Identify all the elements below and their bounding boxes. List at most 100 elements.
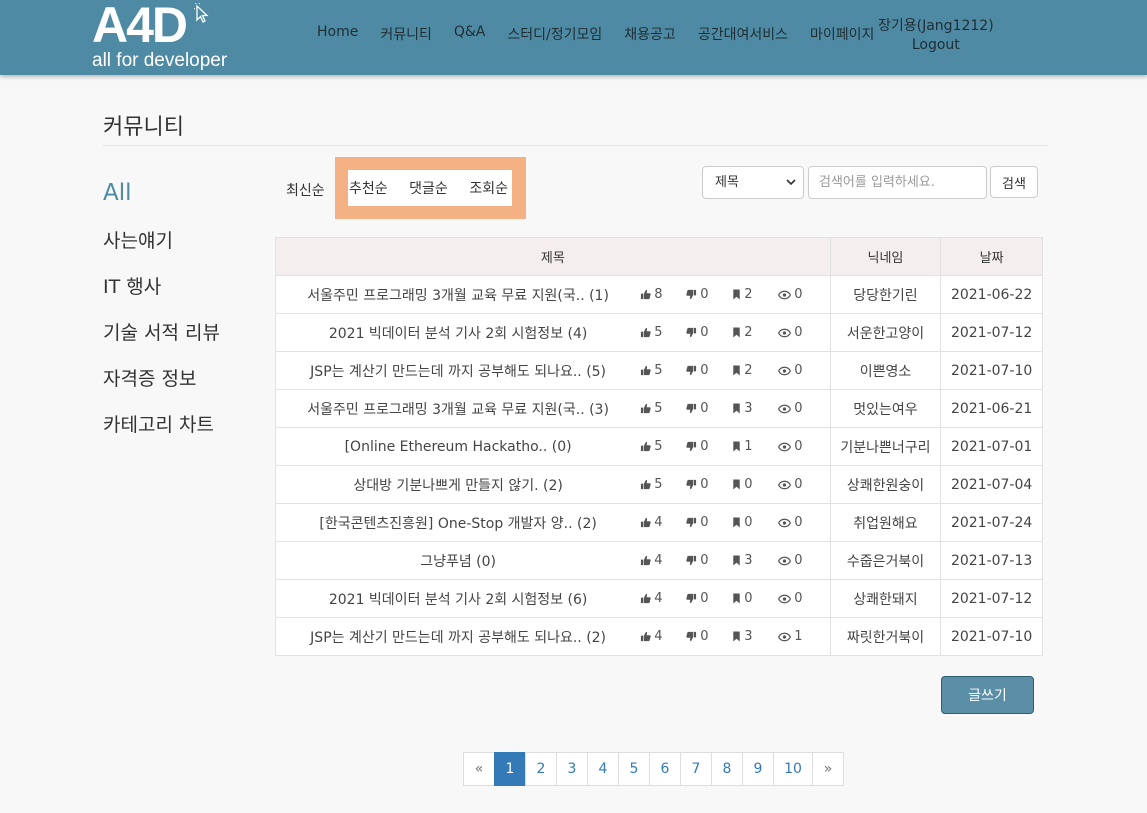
table-row[interactable]: 상대방 기분나쁘게 만들지 않기. (2) 5 0 0 0 상쾌한원숭이 2021-07-0… xyxy=(275,465,1043,504)
post-title-link[interactable]: 그냥푸념 (0) xyxy=(420,554,496,570)
page-button-1[interactable]: 1 xyxy=(494,752,526,786)
sort-option-1[interactable]: 댓글순 xyxy=(409,178,448,198)
date-cell: 2021-07-12 xyxy=(940,313,1043,352)
logo-tagline: all for developer xyxy=(92,50,228,71)
logo[interactable]: A4D all for developer xyxy=(92,0,227,71)
nav-item-2[interactable]: Q&A xyxy=(443,24,497,44)
bookmark-count-value: 2 xyxy=(744,325,753,340)
search-input[interactable] xyxy=(808,166,987,199)
table-row[interactable]: 그냥푸념 (0) 4 0 3 0 수줍은거북이 2021-07-13 xyxy=(275,541,1043,580)
eye-icon xyxy=(778,366,794,376)
like-count-value: 5 xyxy=(654,439,663,454)
stats-cell: 5 0 2 0 xyxy=(640,313,831,352)
view-count: 0 xyxy=(778,439,824,454)
sort-latest[interactable]: 최신순 xyxy=(286,180,325,200)
page-button-10[interactable]: 10 xyxy=(773,752,813,786)
post-title-link[interactable]: [Online Ethereum Hackatho.. (0) xyxy=(345,439,572,455)
table-row[interactable]: 서울주민 프로그래밍 3개월 교육 무료 지원(국.. (3) 5 0 3 0 멋있는여우… xyxy=(275,389,1043,428)
sidebar-item-5[interactable]: 카테고리 차트 xyxy=(103,410,220,456)
pagination: «1 2 3 4 5 6 7 8 9 10» xyxy=(463,752,844,786)
thumbs-up-icon xyxy=(640,327,654,338)
dislike-count-value: 0 xyxy=(700,439,709,454)
sidebar-item-4[interactable]: 자격증 정보 xyxy=(103,364,220,410)
nickname-cell: 짜릿한거북이 xyxy=(829,617,941,656)
stats-cell: 8 0 2 0 xyxy=(640,275,831,314)
post-title-link[interactable]: 2021 빅데이터 분석 기사 2회 시험정보 (4) xyxy=(329,326,588,342)
sidebar-item-3[interactable]: 기술 서적 리뷰 xyxy=(103,318,220,364)
nav-item-6[interactable]: 마이페이지 xyxy=(799,24,885,44)
nav-item-4[interactable]: 채용공고 xyxy=(613,24,687,44)
sort-option-0[interactable]: 추천순 xyxy=(349,178,388,198)
page-prev-button[interactable]: « xyxy=(463,752,495,786)
view-count: 1 xyxy=(778,629,824,644)
view-count: 0 xyxy=(778,325,824,340)
post-title-link[interactable]: 서울주민 프로그래밍 3개월 교육 무료 지원(국.. (1) xyxy=(307,288,609,304)
view-count: 0 xyxy=(778,287,824,302)
page-button-7[interactable]: 7 xyxy=(680,752,712,786)
user-name: 장기용(Jang1212) xyxy=(878,18,994,34)
like-count-value: 4 xyxy=(654,591,663,606)
page-button-9[interactable]: 9 xyxy=(742,752,774,786)
table-row[interactable]: [한국콘텐츠진흥원] One-Stop 개발자 양.. (2) 4 0 0 0 취업원해요… xyxy=(275,503,1043,542)
nav-item-5[interactable]: 공간대여서비스 xyxy=(687,24,799,44)
nav-item-0[interactable]: Home xyxy=(306,24,369,44)
table-row[interactable]: 2021 빅데이터 분석 기사 2회 시험정보 (6) 4 0 0 0 상쾌한돼지 2021… xyxy=(275,579,1043,618)
page-button-8[interactable]: 8 xyxy=(711,752,743,786)
page-next-button[interactable]: » xyxy=(812,752,844,786)
bookmark-count-value: 0 xyxy=(744,591,753,606)
top-header: A4D all for developer Home 커뮤니티 Q&A 스터디/정기모… xyxy=(0,0,1147,75)
post-title-link[interactable]: 서울주민 프로그래밍 3개월 교육 무료 지원(국.. (3) xyxy=(307,402,609,418)
page-button-4[interactable]: 4 xyxy=(587,752,619,786)
table-row[interactable]: [Online Ethereum Hackatho.. (0) 5 0 1 0 기분나쁜너… xyxy=(275,427,1043,466)
search-button[interactable]: 검색 xyxy=(990,166,1038,198)
page-button-3[interactable]: 3 xyxy=(556,752,588,786)
post-title-link[interactable]: JSP는 계산기 만드는데 까지 공부해도 되나요.. (2) xyxy=(310,630,606,646)
table-row[interactable]: JSP는 계산기 만드는데 까지 공부해도 되나요.. (5) 5 0 2 0 이쁜영소 2… xyxy=(275,351,1043,390)
logout-link[interactable]: Logout xyxy=(878,36,994,55)
like-count: 5 xyxy=(640,477,686,492)
search-type-select[interactable]: 제목 xyxy=(702,166,804,199)
table-row[interactable]: 서울주민 프로그래밍 3개월 교육 무료 지원(국.. (1) 8 0 2 0 당당한기린… xyxy=(275,275,1043,314)
like-count-value: 4 xyxy=(654,629,663,644)
sidebar-item-1[interactable]: 사는얘기 xyxy=(103,226,220,272)
bookmark-icon xyxy=(732,441,744,452)
page-button-6[interactable]: 6 xyxy=(649,752,681,786)
post-title-link[interactable]: 2021 빅데이터 분석 기사 2회 시험정보 (6) xyxy=(329,592,588,608)
view-count: 0 xyxy=(778,553,824,568)
like-count: 5 xyxy=(640,325,686,340)
page-button-5[interactable]: 5 xyxy=(618,752,650,786)
sort-option-2[interactable]: 조회순 xyxy=(469,178,508,198)
nav-item-3[interactable]: 스터디/정기모임 xyxy=(496,24,613,44)
bookmark-count: 0 xyxy=(732,477,778,492)
bookmark-icon xyxy=(732,631,744,642)
date-cell: 2021-06-21 xyxy=(940,389,1043,428)
like-count: 8 xyxy=(640,287,686,302)
eye-icon xyxy=(778,632,794,642)
bookmark-count-value: 3 xyxy=(744,629,753,644)
write-post-button[interactable]: 글쓰기 xyxy=(941,676,1034,714)
nickname-cell: 기분나쁜너구리 xyxy=(829,427,941,466)
page-title: 커뮤니티 xyxy=(103,115,184,140)
dislike-count: 0 xyxy=(686,515,732,530)
table-row[interactable]: JSP는 계산기 만드는데 까지 공부해도 되나요.. (2) 4 0 3 1 짜릿한거북… xyxy=(275,617,1043,656)
nickname-cell: 당당한기린 xyxy=(829,275,941,314)
thumbs-up-icon xyxy=(640,593,654,604)
post-title-link[interactable]: JSP는 계산기 만드는데 까지 공부해도 되나요.. (5) xyxy=(310,364,606,380)
sidebar-item-0[interactable]: All xyxy=(103,180,220,226)
sidebar-item-2[interactable]: IT 행사 xyxy=(103,272,220,318)
post-stats: 5 0 2 0 xyxy=(640,325,829,340)
stats-cell: 5 0 2 0 xyxy=(640,351,831,390)
bookmark-count: 1 xyxy=(732,439,778,454)
thumbs-down-icon xyxy=(686,593,700,604)
post-stats: 4 0 3 1 xyxy=(640,629,829,644)
date-cell: 2021-07-10 xyxy=(940,617,1043,656)
bookmark-icon xyxy=(732,403,744,414)
post-title-link[interactable]: [한국콘텐츠진흥원] One-Stop 개발자 양.. (2) xyxy=(319,516,596,532)
table-row[interactable]: 2021 빅데이터 분석 기사 2회 시험정보 (4) 5 0 2 0 서운한고양이 202… xyxy=(275,313,1043,352)
view-count: 0 xyxy=(778,515,824,530)
nav-item-1[interactable]: 커뮤니티 xyxy=(369,24,443,44)
page-button-2[interactable]: 2 xyxy=(525,752,557,786)
bookmark-count: 0 xyxy=(732,515,778,530)
thumbs-down-icon xyxy=(686,403,700,414)
post-title-link[interactable]: 상대방 기분나쁘게 만들지 않기. (2) xyxy=(353,478,563,494)
